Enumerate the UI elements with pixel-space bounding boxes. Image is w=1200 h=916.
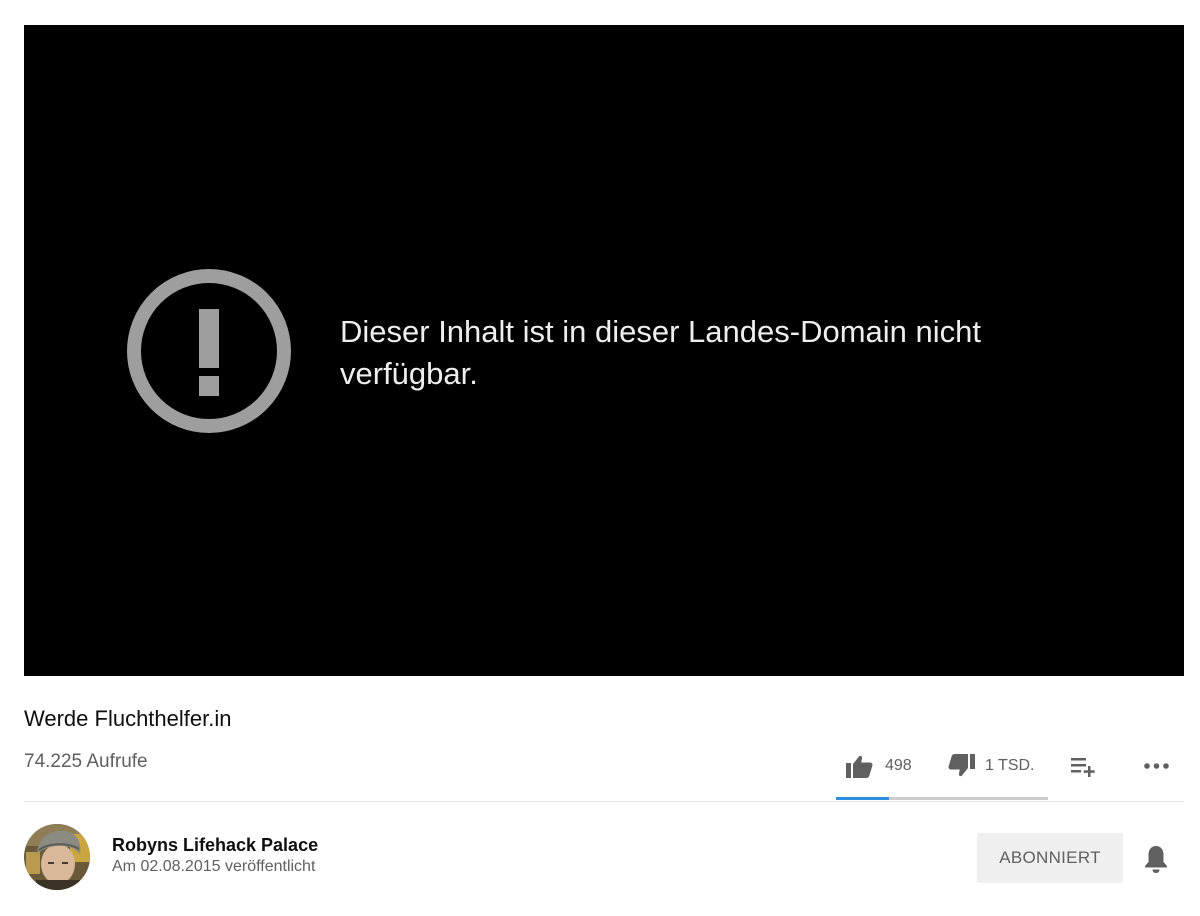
like-button[interactable]: 498 — [846, 752, 912, 780]
thumbs-up-icon — [846, 755, 873, 778]
publish-date: Am 02.08.2015 veröffentlicht — [112, 858, 316, 875]
notification-bell-button[interactable] — [1143, 844, 1169, 874]
sentiment-bar — [836, 797, 1048, 800]
video-title: Werde Fluchthelfer.in — [24, 706, 232, 731]
view-count: 74.225 Aufrufe — [24, 751, 148, 772]
avatar-image — [24, 824, 90, 890]
thumbs-down-icon — [948, 754, 975, 777]
subscribe-button[interactable]: ABONNIERT — [977, 833, 1123, 883]
channel-name[interactable]: Robyns Lifehack Palace — [112, 835, 318, 856]
like-count: 498 — [885, 757, 912, 774]
more-horizontal-icon — [1144, 763, 1169, 769]
dislike-button[interactable]: 1 TSD. — [948, 752, 1035, 780]
more-actions-button[interactable] — [1143, 752, 1170, 780]
alert-circle-icon — [127, 269, 291, 433]
bell-icon — [1145, 846, 1167, 873]
player-error-message: Dieser Inhalt ist in dieser Landes-Domai… — [340, 314, 981, 391]
add-to-playlist-icon — [1071, 758, 1095, 777]
video-player[interactable]: Dieser Inhalt ist in dieser Landes-Domai… — [24, 25, 1184, 676]
channel-avatar[interactable] — [24, 824, 90, 890]
sentiment-bar-likes — [836, 797, 889, 800]
dislike-count: 1 TSD. — [985, 757, 1035, 774]
save-to-playlist-button[interactable] — [1070, 752, 1096, 780]
divider — [24, 801, 1184, 802]
